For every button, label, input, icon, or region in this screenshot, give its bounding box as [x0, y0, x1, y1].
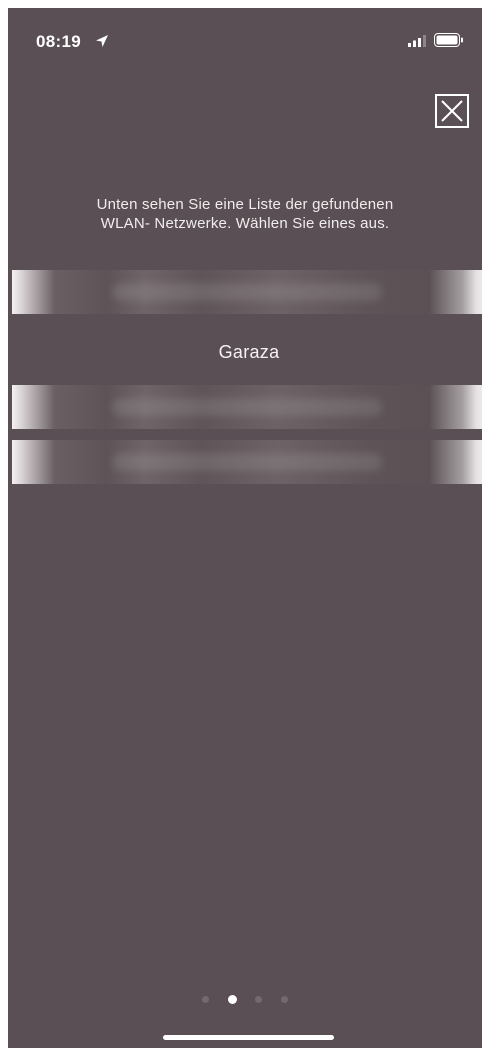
page-dot [202, 996, 210, 1004]
wifi-network-item-redacted[interactable] [12, 440, 482, 484]
close-button[interactable] [435, 94, 469, 128]
home-indicator[interactable] [163, 1035, 334, 1040]
redacted-network-name [112, 453, 382, 471]
page-dot [255, 996, 263, 1004]
location-arrow-icon [96, 35, 108, 47]
instruction-line-1: Unten sehen Sie eine Liste der gefundene… [96, 196, 394, 213]
page-dot [280, 996, 288, 1004]
close-icon [441, 100, 463, 122]
cellular-signal-icon [408, 35, 426, 47]
redacted-network-name [112, 398, 382, 416]
wifi-network-item-garaza[interactable]: Garaza [12, 330, 482, 374]
battery-icon [434, 33, 463, 47]
instruction-text: Unten sehen Sie eine Liste der gefundene… [38, 195, 452, 233]
wifi-network-item-redacted[interactable] [12, 385, 482, 429]
wifi-network-name: Garaza [218, 342, 280, 362]
page-dot-active [227, 995, 237, 1005]
instruction-line-2: WLAN- Netzwerke. Wählen Sie eines aus. [100, 215, 390, 232]
screen: 08:19 Unten sehen Sie eine Liste der gef… [8, 8, 482, 1048]
page-indicator [8, 991, 482, 1005]
wifi-network-item-redacted[interactable] [12, 270, 482, 314]
status-time: 08:19 [36, 32, 81, 51]
redacted-network-name [112, 283, 382, 301]
status-bar: 08:19 [8, 8, 482, 68]
